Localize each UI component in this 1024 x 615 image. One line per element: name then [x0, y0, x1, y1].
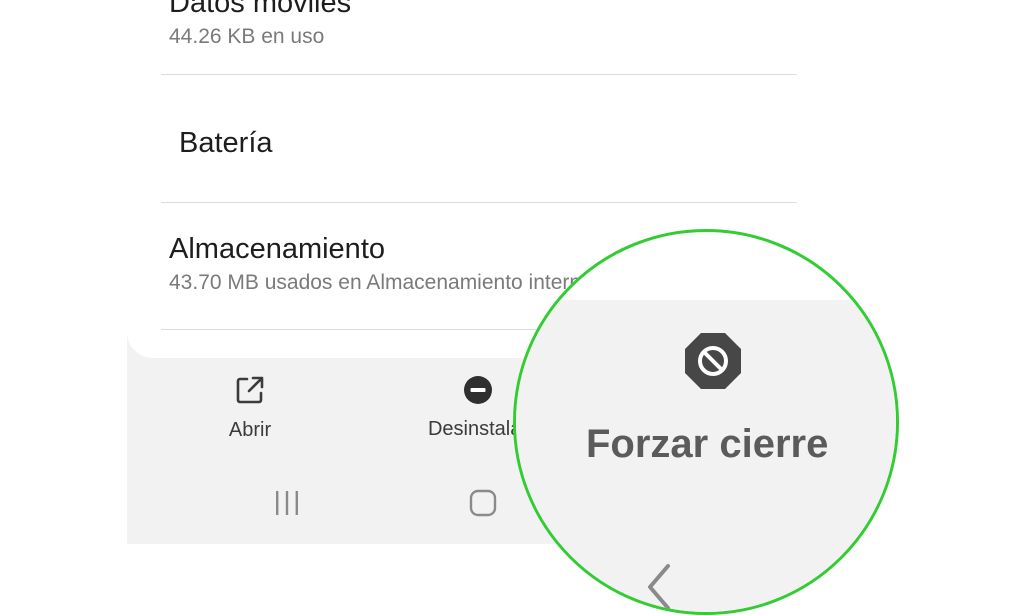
mobile-data-subtitle: 44.26 KB en uso: [169, 25, 325, 48]
open-label: Abrir: [228, 419, 272, 441]
divider: [161, 74, 797, 75]
battery-item[interactable]: Batería: [179, 126, 809, 160]
open-button[interactable]: Abrir: [180, 373, 320, 442]
zoom-highlight: Forzar cierre: [513, 229, 899, 615]
uninstall-icon: [464, 376, 492, 404]
mobile-data-title: Datos móviles: [169, 0, 352, 19]
recents-icon[interactable]: [272, 488, 302, 518]
force-stop-label: Forzar cierre: [586, 422, 829, 466]
mobile-data-item[interactable]: Datos móviles 44.26 KB en uso: [169, 0, 799, 50]
open-external-icon: [236, 376, 264, 404]
home-icon[interactable]: [468, 488, 498, 518]
back-icon[interactable]: [644, 562, 674, 612]
battery-title: Batería: [179, 127, 273, 159]
force-stop-icon: [685, 333, 741, 389]
divider: [161, 202, 797, 203]
